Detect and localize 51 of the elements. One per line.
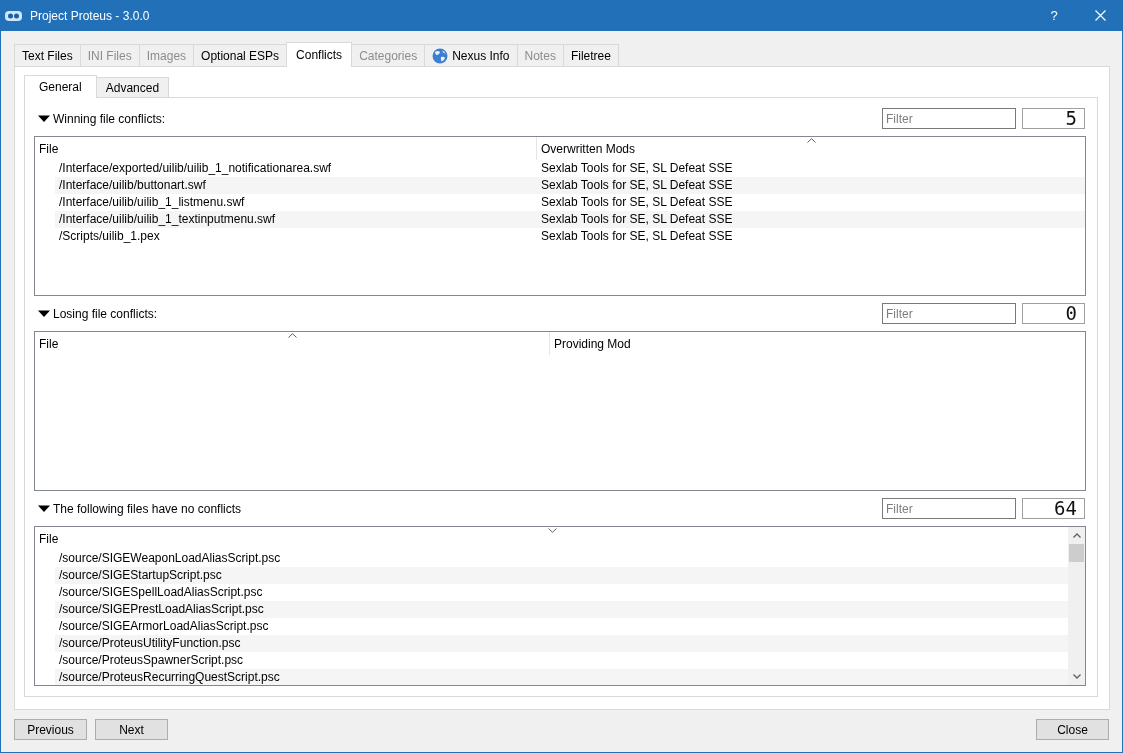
scrollbar[interactable] [1068, 527, 1085, 685]
table-cell-text: /source/ProteusUtilityFunction.psc [58, 635, 242, 652]
tab[interactable]: Nexus Info [424, 44, 518, 66]
column-header[interactable]: Overwritten Mods [537, 137, 1085, 160]
table-cell-text: /source/SIGEPrestLoadAliasScript.psc [58, 601, 265, 618]
table-cell-text: /source/SIGEStartupScript.psc [58, 567, 223, 584]
tab[interactable]: Optional ESPs [193, 44, 288, 66]
globe-icon [432, 47, 449, 64]
column-header[interactable]: File [35, 332, 550, 355]
table-cell-text: /source/ProteusRecurringQuestScript.psc [58, 669, 281, 685]
table-cell-text: Sexlab Tools for SE, SL Defeat SSE [540, 194, 734, 211]
table-cell-text: Sexlab Tools for SE, SL Defeat SSE [540, 160, 734, 177]
table-cell-text: /Interface/uilib/buttonart.swf [58, 177, 207, 194]
filter-field[interactable]: Filter [882, 303, 1016, 324]
window-title: Project Proteus - 3.0.0 [30, 8, 151, 23]
tab[interactable]: Conflicts [286, 42, 353, 67]
section-title: Losing file conflicts: [53, 306, 158, 321]
table-cell-text: Sexlab Tools for SE, SL Defeat SSE [540, 177, 734, 194]
count-display: 5 [1022, 108, 1085, 129]
section-title: The following files have no conflicts [53, 501, 242, 516]
filter-field[interactable]: Filter [882, 108, 1016, 129]
table-cell-text: /Interface/uilib/uilib_1_textinputmenu.swf [58, 211, 277, 228]
nav-button[interactable]: Previous [14, 719, 87, 740]
capsule-icon [5, 10, 22, 21]
chevron-up-icon[interactable] [1072, 533, 1081, 538]
column-header[interactable]: Providing Mod [550, 332, 1085, 355]
table-cell-text: /Scripts/uilib_1.pex [58, 228, 161, 245]
table-cell-text: /source/SIGEArmorLoadAliasScript.psc [58, 618, 270, 635]
column-header[interactable]: File [35, 137, 537, 160]
table-cell-text: /source/SIGEWeaponLoadAliasScript.psc [58, 550, 282, 567]
filter-field[interactable]: Filter [882, 498, 1016, 519]
count-display: 64 [1022, 498, 1085, 519]
table-cell-text: /source/ProteusSpawnerScript.psc [58, 652, 245, 669]
table-cell-text: /source/SIGESpellLoadAliasScript.psc [58, 584, 264, 601]
tab[interactable]: Filetree [562, 44, 619, 66]
close-icon [1094, 10, 1106, 21]
chevron-down-icon[interactable] [1072, 674, 1081, 679]
table-cell-text: Sexlab Tools for SE, SL Defeat SSE [540, 211, 734, 228]
scrollbar-thumb[interactable] [1069, 544, 1084, 562]
section-title: Winning file conflicts: [53, 111, 166, 126]
close-button[interactable]: Close [1036, 719, 1109, 740]
table-cell-text: Sexlab Tools for SE, SL Defeat SSE [540, 228, 734, 245]
table-cell-text: /Interface/uilib/uilib_1_listmenu.swf [58, 194, 246, 211]
count-display: 0 [1022, 303, 1085, 324]
tab[interactable]: Text Files [14, 44, 81, 66]
tab[interactable]: General [24, 75, 97, 98]
table-cell-text: /Interface/exported/uilib/uilib_1_notificationarea.swf [58, 160, 333, 177]
tab[interactable]: Advanced [95, 77, 170, 97]
help-button[interactable]: ? [1031, 0, 1077, 31]
nav-button[interactable]: Next [95, 719, 168, 740]
column-header[interactable]: File [35, 527, 1068, 550]
